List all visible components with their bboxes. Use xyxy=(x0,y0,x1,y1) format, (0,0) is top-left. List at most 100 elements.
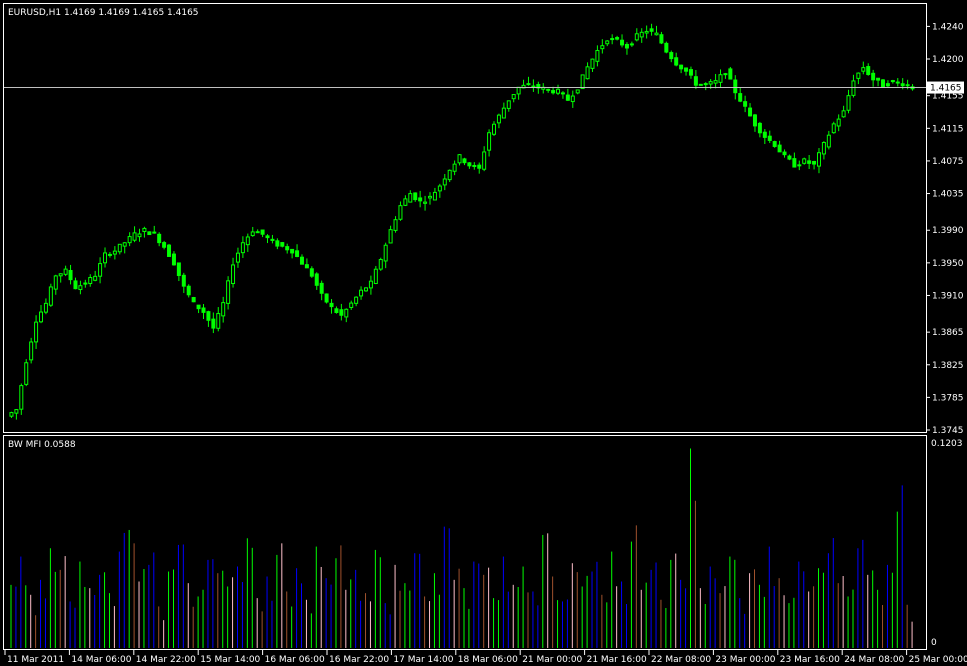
candle-body xyxy=(157,233,162,244)
candle-body xyxy=(871,72,876,81)
candle-body xyxy=(452,163,457,172)
candle-body xyxy=(600,45,605,50)
candle-body xyxy=(738,93,743,102)
candle-body xyxy=(58,273,63,277)
candle-body xyxy=(117,243,122,253)
candle-body xyxy=(171,253,176,266)
price-tick-label: 1.3990 xyxy=(932,226,964,236)
candle-body xyxy=(629,43,634,46)
candle-body xyxy=(78,285,83,291)
candle-body xyxy=(674,57,679,66)
candle-body xyxy=(196,304,201,310)
candle-body xyxy=(112,250,117,255)
candle-body xyxy=(447,169,452,181)
candle-body xyxy=(743,101,748,107)
candle-body xyxy=(639,31,644,38)
candle-body xyxy=(270,238,275,241)
candle-body xyxy=(723,73,728,76)
main-panel-frame xyxy=(3,3,927,433)
price-tick-label: 1.3910 xyxy=(932,291,964,301)
candle-body xyxy=(418,197,423,202)
time-tick-label: 16 Mar 06:00 xyxy=(265,655,325,665)
candle-body xyxy=(181,274,186,287)
candle-body xyxy=(359,289,364,297)
candle-body xyxy=(782,151,787,156)
candle-body xyxy=(620,39,625,46)
time-tick-label: 23 Mar 16:00 xyxy=(780,655,840,665)
candle-body xyxy=(895,81,900,84)
candle-body xyxy=(531,85,536,88)
mfi-tick-label: 0 xyxy=(931,638,937,648)
candle-body xyxy=(703,83,708,86)
candle-body xyxy=(846,95,851,111)
candle-body xyxy=(477,164,482,169)
price-tick-label: 1.4115 xyxy=(932,124,964,134)
candle-body xyxy=(861,67,866,72)
candle-body xyxy=(147,231,152,236)
candle-body xyxy=(122,242,127,247)
candle-body xyxy=(275,240,280,247)
candle-body xyxy=(423,201,428,204)
indicator-panel-frame xyxy=(3,435,927,650)
candle-body xyxy=(487,132,492,151)
candle-body xyxy=(831,123,836,134)
candle-body xyxy=(688,69,693,76)
candle-body xyxy=(797,164,802,167)
candle-body xyxy=(772,141,777,147)
candle-body xyxy=(206,311,211,321)
candle-body xyxy=(565,94,570,101)
candle-body xyxy=(93,275,98,281)
candle-body xyxy=(43,302,48,313)
candle-body xyxy=(216,313,221,329)
candle-body xyxy=(107,253,112,256)
candle-body xyxy=(88,276,93,285)
time-tick-label: 21 Mar 16:00 xyxy=(587,655,647,665)
candle-body xyxy=(556,88,561,94)
candle-body xyxy=(812,161,817,165)
candle-body xyxy=(590,58,595,69)
candle-body xyxy=(836,118,841,127)
candle-body xyxy=(551,90,556,94)
candle-body xyxy=(856,72,861,79)
mfi-tick-label: 0.1203 xyxy=(931,439,963,449)
candle-body xyxy=(659,34,664,44)
candle-body xyxy=(368,280,373,289)
candle-body xyxy=(693,76,698,86)
candle-body xyxy=(664,42,669,53)
candle-body xyxy=(83,282,88,285)
candle-body xyxy=(98,263,103,277)
candle-body xyxy=(654,32,659,36)
candle-body xyxy=(841,110,846,118)
candle-body xyxy=(186,285,191,296)
candle-body xyxy=(73,280,78,290)
candle-body xyxy=(68,269,73,281)
candle-body xyxy=(176,262,181,276)
time-tick-label: 24 Mar 08:00 xyxy=(844,655,904,665)
candle-body xyxy=(354,296,359,304)
time-tick-label: 11 Mar 2011 xyxy=(7,655,64,665)
candle-body xyxy=(324,293,329,303)
candle-body xyxy=(802,158,807,164)
candle-body xyxy=(807,160,812,164)
candle-body xyxy=(152,231,157,234)
candle-body xyxy=(610,38,615,41)
price-tick-label: 1.4035 xyxy=(932,190,964,200)
candle-body xyxy=(235,252,240,263)
time-tick-label: 17 Mar 14:00 xyxy=(393,655,453,665)
candle-body xyxy=(777,144,782,153)
candle-body xyxy=(299,256,304,265)
candle-body xyxy=(624,43,629,49)
mfi-bar-series xyxy=(10,448,913,648)
candle-body xyxy=(211,318,216,329)
candle-body xyxy=(762,131,767,138)
price-tick-label: 1.4200 xyxy=(932,55,964,65)
candle-body xyxy=(167,244,172,257)
indicator-panel-header: BW MFI 0.0588 xyxy=(8,440,76,450)
time-tick-label: 21 Mar 00:00 xyxy=(522,655,582,665)
candle-body xyxy=(339,309,344,316)
candle-body xyxy=(595,50,600,62)
candle-body xyxy=(767,135,772,141)
candle-body xyxy=(14,409,19,414)
candle-body xyxy=(240,242,245,254)
time-tick-label: 25 Mar 00:00 xyxy=(909,655,967,665)
